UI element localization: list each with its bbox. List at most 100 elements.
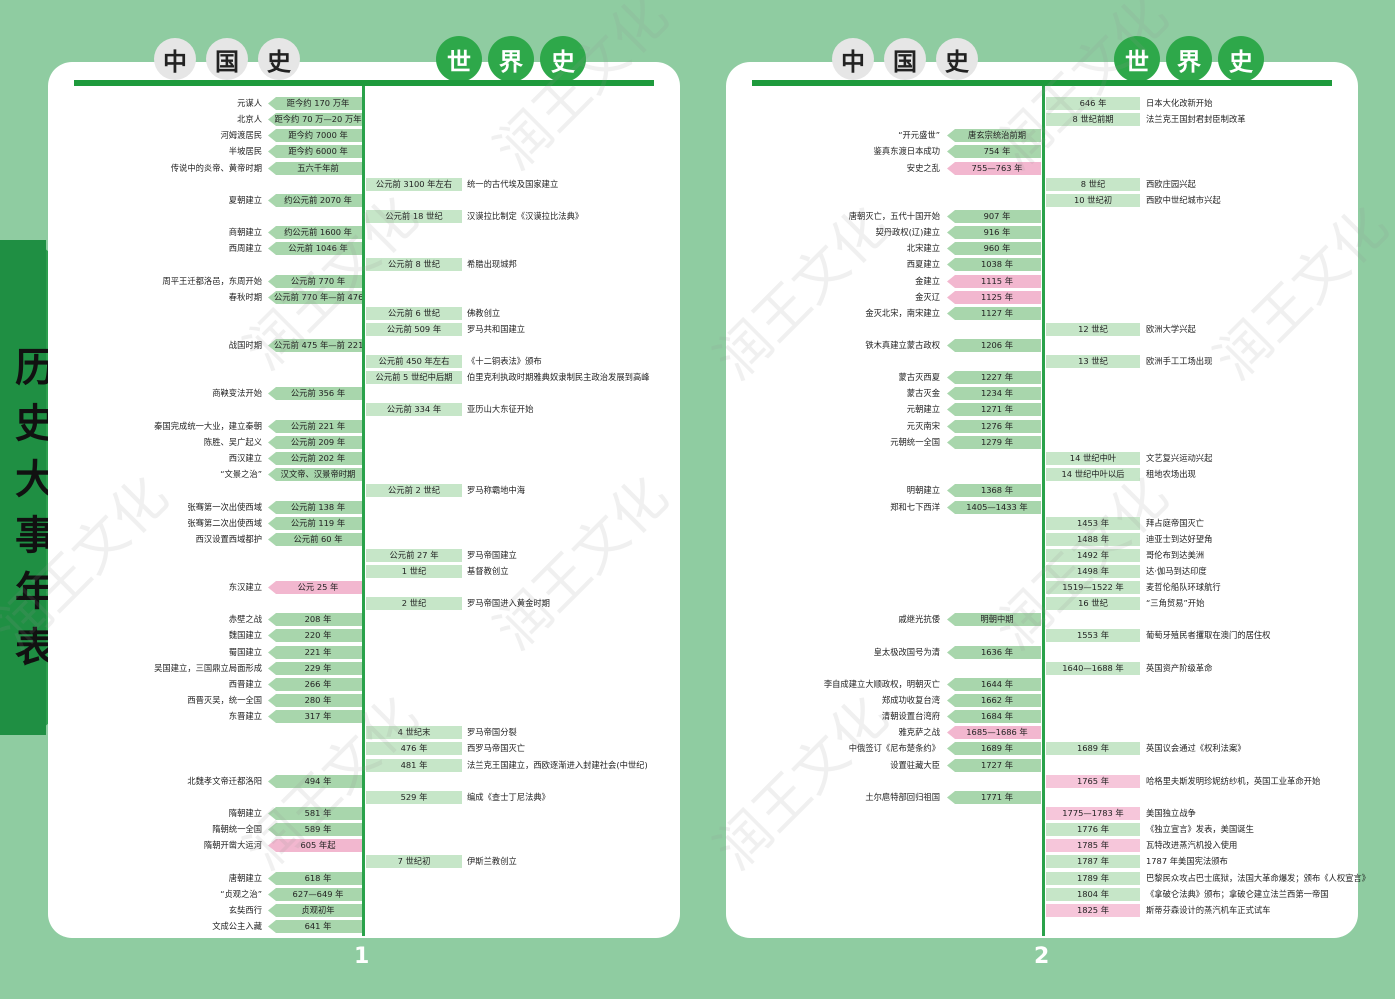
china-event-label: 西汉建立 xyxy=(228,453,262,463)
china-date-tag: 公元前 138 年 xyxy=(268,501,362,514)
china-date-tag: 1368 年 xyxy=(947,484,1041,497)
china-event-label: 中俄签订《尼布楚条约》 xyxy=(848,743,940,753)
world-date-tag: 公元前 2 世纪 xyxy=(366,484,462,497)
china-history-header-char: 国 xyxy=(206,38,248,80)
world-event-label: 瓦特改进蒸汽机投入使用 xyxy=(1146,840,1238,850)
china-date-tag: 581 年 xyxy=(268,807,362,820)
world-date-tag: 13 世纪 xyxy=(1046,355,1140,368)
china-date-tag: 220 年 xyxy=(268,629,362,642)
china-event-label: 赤壁之战 xyxy=(228,614,262,624)
world-date-tag: 公元前 334 年 xyxy=(366,403,462,416)
world-event-label: 亚历山大东征开始 xyxy=(467,404,534,414)
china-date-tag: 280 年 xyxy=(268,694,362,707)
china-date-tag: 1727 年 xyxy=(947,759,1041,772)
china-date-tag: 公元前 475 年—前 221 年 xyxy=(268,339,362,352)
world-date-tag: 1453 年 xyxy=(1046,517,1140,530)
world-date-tag: 公元前 8 世纪 xyxy=(366,258,462,271)
china-event-label: 陈胜、吴广起义 xyxy=(203,437,262,447)
world-history-header-char: 世 xyxy=(436,36,482,82)
world-date-tag: 14 世纪中叶 xyxy=(1046,452,1140,465)
world-event-label: 日本大化改新开始 xyxy=(1146,98,1213,108)
china-event-label: 北宋建立 xyxy=(906,243,940,253)
china-event-label: 李自成建立大顺政权，明朝灭亡 xyxy=(823,679,940,689)
world-date-tag: 公元前 18 世纪 xyxy=(366,210,462,223)
china-date-tag: 1644 年 xyxy=(947,678,1041,691)
china-date-tag: 明朝中期 xyxy=(947,613,1041,626)
world-history-header-char: 界 xyxy=(488,36,534,82)
china-date-tag: 1227 年 xyxy=(947,371,1041,384)
world-event-label: 《独立宣言》发表，美国诞生 xyxy=(1146,824,1254,834)
china-date-tag: 1684 年 xyxy=(947,710,1041,723)
china-event-label: 商朝建立 xyxy=(228,227,262,237)
world-event-label: 英国资产阶级革命 xyxy=(1146,663,1213,673)
world-date-tag: 1804 年 xyxy=(1046,888,1140,901)
china-date-tag: 约公元前 1600 年 xyxy=(268,226,362,239)
world-event-label: 罗马称霸地中海 xyxy=(467,485,526,495)
china-date-tag: 1271 年 xyxy=(947,403,1041,416)
china-history-header-char: 史 xyxy=(258,38,300,80)
world-date-tag: 14 世纪中叶以后 xyxy=(1046,468,1140,481)
china-date-tag: 公元前 119 年 xyxy=(268,517,362,530)
china-date-tag: 266 年 xyxy=(268,678,362,691)
world-date-tag: 1789 年 xyxy=(1046,872,1140,885)
world-event-label: 1787 年美国宪法颁布 xyxy=(1146,856,1228,866)
world-date-tag: 公元前 6 世纪 xyxy=(366,307,462,320)
china-date-tag: 1038 年 xyxy=(947,258,1041,271)
china-event-label: 西晋建立 xyxy=(228,679,262,689)
china-date-tag: 618 年 xyxy=(268,872,362,885)
world-event-label: 编成《查士丁尼法典》 xyxy=(467,792,550,802)
world-event-label: 英国议会通过《权利法案》 xyxy=(1146,743,1246,753)
china-history-header-char: 国 xyxy=(884,38,926,80)
world-event-label: 拜占庭帝国灭亡 xyxy=(1146,518,1205,528)
world-date-tag: 12 世纪 xyxy=(1046,323,1140,336)
china-date-tag: 1115 年 xyxy=(947,275,1041,288)
china-event-label: 隋朝开凿大运河 xyxy=(203,840,262,850)
china-event-label: 周平王迁都洛邑，东周开始 xyxy=(162,276,262,286)
china-event-label: 隋朝统一全国 xyxy=(212,824,262,834)
china-date-tag: 494 年 xyxy=(268,775,362,788)
world-date-tag: 10 世纪初 xyxy=(1046,194,1140,207)
world-date-tag: 1765 年 xyxy=(1046,775,1140,788)
china-event-label: 蜀国建立 xyxy=(228,647,262,657)
world-event-label: 欧洲手工工场出现 xyxy=(1146,356,1213,366)
world-event-label: 伯里克利执政时期雅典奴隶制民主政治发展到高峰 xyxy=(467,372,650,382)
china-date-tag: 五六千年前 xyxy=(268,162,362,175)
world-event-label: 美国独立战争 xyxy=(1146,808,1196,818)
china-date-tag: 公元前 770 年—前 476 年 xyxy=(268,291,362,304)
china-event-label: 文成公主入藏 xyxy=(212,921,262,931)
china-event-label: 张骞第二次出使西域 xyxy=(187,518,262,528)
china-event-label: 明朝建立 xyxy=(906,485,940,495)
china-date-tag: 1127 年 xyxy=(947,307,1041,320)
world-date-tag: 公元前 3100 年左右 xyxy=(366,178,462,191)
world-event-label: “三角贸易”开始 xyxy=(1146,598,1205,608)
world-event-label: 麦哲伦船队环球航行 xyxy=(1146,582,1221,592)
world-date-tag: 8 世纪 xyxy=(1046,178,1140,191)
world-date-tag: 1553 年 xyxy=(1046,629,1140,642)
world-event-label: 伊斯兰教创立 xyxy=(467,856,517,866)
world-event-label: 《拿破仑法典》颁布；拿破仑建立法兰西第一帝国 xyxy=(1146,889,1329,899)
china-event-label: 元朝建立 xyxy=(906,404,940,414)
china-event-label: 土尔扈特部回归祖国 xyxy=(865,792,940,802)
page-2-timeline-axis xyxy=(1042,86,1045,936)
china-event-label: 元灭南宋 xyxy=(906,421,940,431)
china-date-tag: 641 年 xyxy=(268,920,362,933)
world-date-tag: 1787 年 xyxy=(1046,855,1140,868)
world-event-label: 西罗马帝国灭亡 xyxy=(467,743,526,753)
china-date-tag: 907 年 xyxy=(947,210,1041,223)
china-history-header-char: 史 xyxy=(936,38,978,80)
china-date-tag: 距今约 170 万年 xyxy=(268,97,362,110)
world-date-tag: 481 年 xyxy=(366,759,462,772)
china-event-label: 玄奘西行 xyxy=(228,905,262,915)
china-date-tag: 唐玄宗统治前期 xyxy=(947,129,1041,142)
page-number: 2 xyxy=(1034,944,1050,969)
china-event-label: “文景之治” xyxy=(220,469,262,479)
world-date-tag: 476 年 xyxy=(366,742,462,755)
world-date-tag: 1519—1522 年 xyxy=(1046,581,1140,594)
world-date-tag: 1776 年 xyxy=(1046,823,1140,836)
china-event-label: 秦国完成统一大业，建立秦朝 xyxy=(154,421,262,431)
china-date-tag: 755—763 年 xyxy=(947,162,1041,175)
world-date-tag: 1498 年 xyxy=(1046,565,1140,578)
china-event-label: 元朝统一全国 xyxy=(890,437,940,447)
china-event-label: 金建立 xyxy=(915,276,940,286)
world-date-tag: 8 世纪前期 xyxy=(1046,113,1140,126)
